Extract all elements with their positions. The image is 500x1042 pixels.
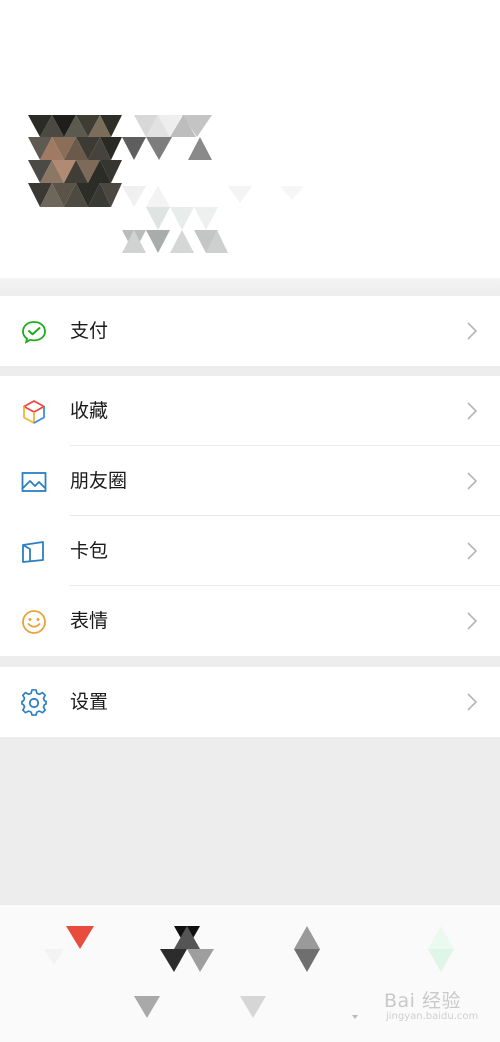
menu-item-favorites[interactable]: 收藏 [0, 376, 500, 446]
pay-section: 支付 [0, 296, 500, 366]
watermark-url: jingyan.baidu.com [386, 1011, 479, 1022]
menu-item-cards[interactable]: 卡包 [0, 516, 500, 586]
section-divider [0, 278, 500, 298]
tab-discover[interactable] [294, 926, 358, 1019]
menu-item-stickers[interactable]: 表情 [0, 586, 500, 656]
chevron-right-icon [466, 611, 478, 631]
menu-item-favorites-label: 收藏 [70, 400, 109, 422]
chevron-right-icon [466, 401, 478, 421]
card-wallet-icon [20, 538, 48, 566]
menu-item-pay[interactable]: 支付 [0, 296, 500, 366]
pixelated-profile-mosaic [28, 115, 304, 253]
wechat-pay-icon [20, 318, 48, 346]
menu-item-pay-label: 支付 [70, 320, 109, 342]
tab-contacts[interactable] [160, 926, 266, 1018]
cube-icon [20, 398, 48, 426]
avatar[interactable] [28, 115, 122, 207]
menu-item-stickers-label: 表情 [70, 610, 109, 632]
main-menu-section: 收藏 朋友圈 卡包 表情 [0, 376, 500, 656]
profile-header[interactable] [0, 0, 500, 278]
picture-icon [20, 468, 48, 496]
account-id [122, 186, 304, 253]
chevron-right-icon [466, 321, 478, 341]
settings-section: 设置 [0, 667, 500, 737]
nickname [122, 115, 212, 160]
menu-item-settings-label: 设置 [70, 691, 109, 713]
smiley-icon [20, 608, 48, 636]
baidu-jingyan-watermark: Bai 经验 jingyan.baidu.com [384, 986, 496, 1026]
chevron-right-icon [466, 692, 478, 712]
menu-item-settings[interactable]: 设置 [0, 667, 500, 737]
watermark-text: Bai 经验 [384, 990, 461, 1012]
menu-item-moments-label: 朋友圈 [70, 470, 128, 492]
tab-me[interactable] [428, 926, 454, 972]
gear-icon [20, 689, 48, 717]
chevron-right-icon [466, 471, 478, 491]
tab-chats[interactable] [44, 926, 160, 1018]
menu-item-moments[interactable]: 朋友圈 [0, 446, 500, 516]
menu-item-cards-label: 卡包 [70, 540, 109, 562]
chevron-right-icon [466, 541, 478, 561]
